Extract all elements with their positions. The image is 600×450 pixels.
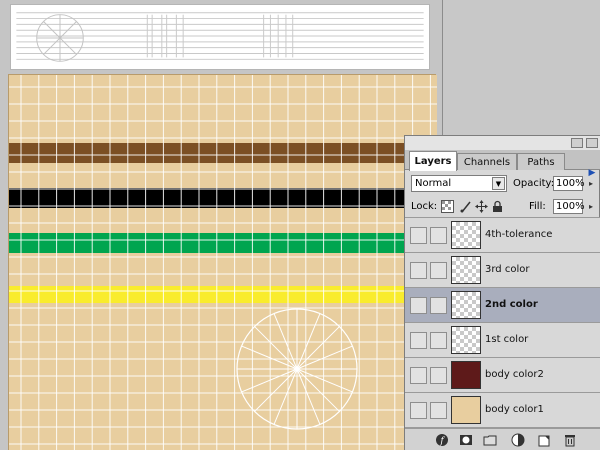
palette-bottom-bar: f — [405, 428, 600, 450]
adjustment-layer-icon[interactable] — [511, 433, 525, 447]
visibility-toggle[interactable] — [410, 367, 427, 384]
layer-thumbnail — [451, 291, 481, 319]
top-strip-preview — [10, 4, 430, 70]
link-slot[interactable] — [430, 332, 447, 349]
visibility-eye-icon[interactable] — [410, 262, 427, 279]
layer-name: body color1 — [485, 404, 544, 415]
canvas-background — [9, 75, 437, 450]
lock-row: Lock: Fill: 100% ▸ — [405, 196, 600, 218]
layer-row-1st-color[interactable]: 1st color — [405, 323, 600, 358]
lock-position-icon[interactable] — [475, 200, 488, 213]
fill-field[interactable]: 100% — [553, 199, 585, 214]
new-group-icon[interactable] — [483, 433, 497, 447]
layer-row-4th-tolerance[interactable]: 4th-tolerance — [405, 218, 600, 253]
layer-name: 4th-tolerance — [485, 229, 553, 240]
document-canvas[interactable] — [8, 74, 437, 450]
layer-thumbnail — [451, 221, 481, 249]
black-stripe — [9, 188, 437, 208]
tab-layers[interactable]: Layers — [409, 151, 457, 171]
photoshop-workspace: Layers Channels Paths ▶ Normal ▼ Opacity… — [0, 0, 600, 450]
palette-titlebar[interactable] — [405, 136, 600, 150]
tab-channels[interactable]: Channels — [457, 153, 517, 170]
link-slot[interactable] — [430, 402, 447, 419]
opacity-arrow-icon[interactable]: ▸ — [586, 176, 596, 191]
layer-row-body-color2[interactable]: body color2 — [405, 358, 600, 393]
lock-image-icon[interactable] — [459, 200, 472, 213]
visibility-eye-icon[interactable] — [410, 402, 427, 419]
layer-mask-icon[interactable] — [459, 433, 473, 447]
blend-mode-select[interactable]: Normal ▼ — [411, 175, 507, 192]
lock-all-icon[interactable] — [491, 200, 504, 213]
document-window — [0, 0, 443, 450]
yellow-stripe — [9, 286, 437, 303]
blend-mode-value: Normal — [415, 178, 452, 189]
layer-thumbnail — [451, 361, 481, 389]
layer-style-icon[interactable]: f — [435, 433, 449, 447]
visibility-eye-icon[interactable] — [410, 332, 427, 349]
layers-palette: Layers Channels Paths ▶ Normal ▼ Opacity… — [404, 135, 600, 450]
layer-row-body-color1[interactable]: body color1 — [405, 393, 600, 428]
layer-thumbnail — [451, 396, 481, 424]
green-stripe — [9, 233, 437, 253]
lock-label: Lock: — [411, 201, 438, 212]
chevron-down-icon[interactable]: ▼ — [492, 177, 505, 190]
layer-name: 3rd color — [485, 264, 530, 275]
new-layer-icon[interactable] — [537, 433, 551, 447]
layer-thumbnail — [451, 256, 481, 284]
minimize-button[interactable] — [571, 138, 583, 148]
lock-transparency-icon[interactable] — [441, 200, 454, 213]
layer-name: 1st color — [485, 334, 529, 345]
link-slot[interactable] — [430, 262, 447, 279]
blend-row: Normal ▼ Opacity: 100% ▸ — [405, 172, 600, 196]
brown-stripe — [9, 143, 437, 163]
layer-thumbnail — [451, 326, 481, 354]
layer-row-3rd-color[interactable]: 3rd color — [405, 253, 600, 288]
top-strip-artwork — [16, 12, 424, 62]
layer-list: 4th-tolerance 3rd color 2nd color 1st co… — [405, 218, 600, 428]
layer-row-2nd-color[interactable]: 2nd color — [405, 288, 600, 323]
fill-arrow-icon[interactable]: ▸ — [586, 199, 596, 214]
visibility-eye-icon[interactable] — [410, 297, 427, 314]
fill-label: Fill: — [529, 201, 546, 212]
opacity-field[interactable]: 100% — [553, 176, 585, 191]
paintbrush-icon[interactable] — [430, 297, 447, 314]
palette-tabs: Layers Channels Paths ▶ — [405, 150, 600, 178]
link-slot[interactable] — [430, 367, 447, 384]
trash-icon[interactable] — [563, 433, 577, 447]
visibility-eye-icon[interactable] — [410, 227, 427, 244]
canvas-artwork — [9, 75, 437, 450]
layer-name: 2nd color — [485, 299, 538, 310]
layer-name: body color2 — [485, 369, 544, 380]
link-slot[interactable] — [430, 227, 447, 244]
opacity-label: Opacity: — [513, 178, 555, 189]
tab-paths[interactable]: Paths — [517, 153, 565, 170]
close-button[interactable] — [586, 138, 598, 148]
